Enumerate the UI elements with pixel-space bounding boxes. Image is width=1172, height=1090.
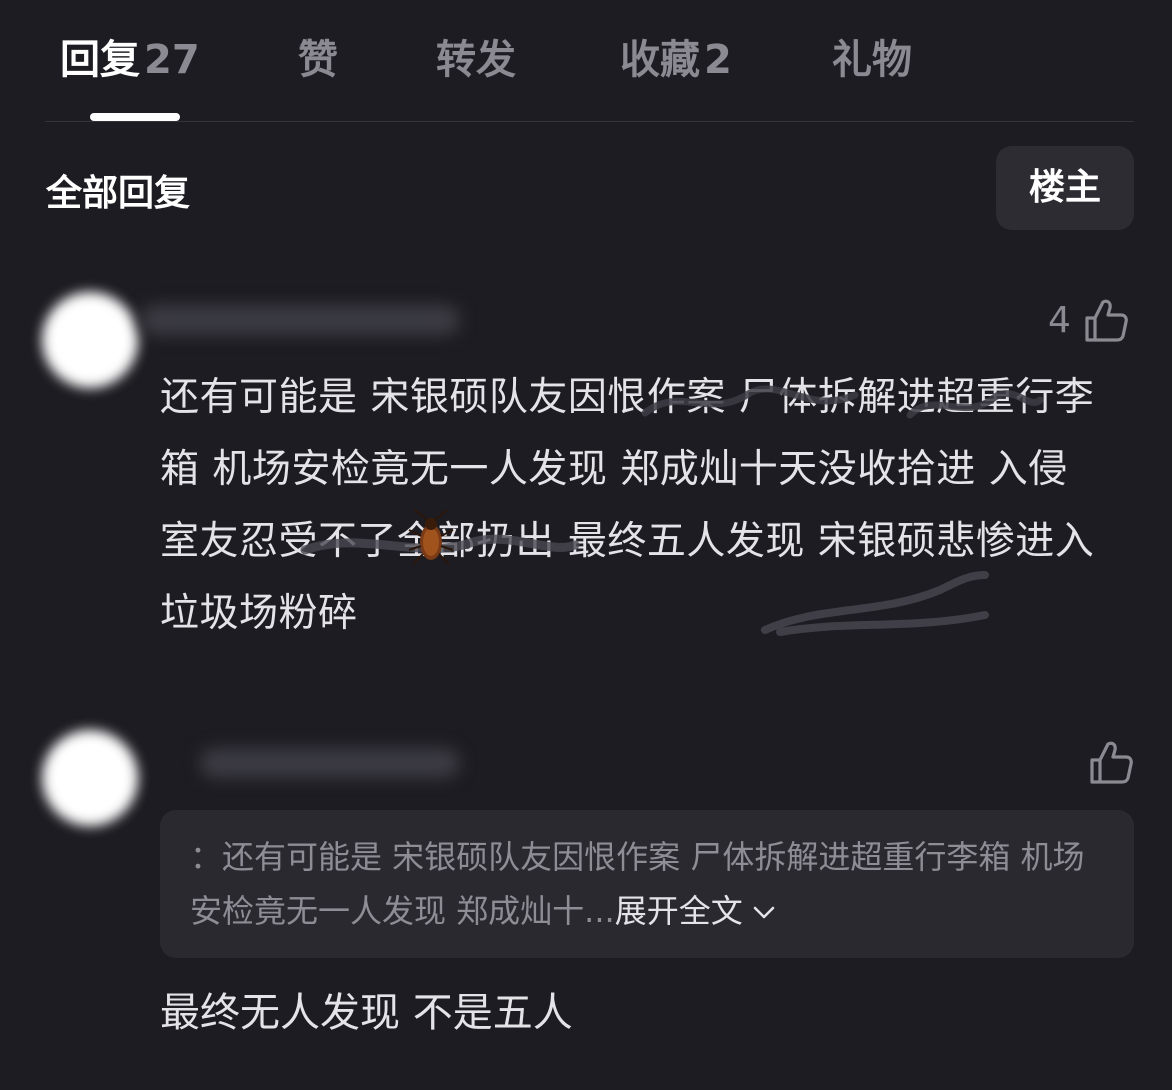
avatar[interactable] — [42, 292, 138, 388]
tab-replies-count: 27 — [144, 37, 200, 83]
tab-likes[interactable]: 赞 — [298, 30, 338, 90]
comments-page: 回复 27 赞 转发 收藏 2 礼物 全部回复 楼主 4 还有可能是 宋银硕队友因恨… — [0, 0, 1172, 1090]
username-redacted — [200, 748, 460, 778]
tab-reposts-label: 转发 — [436, 37, 516, 83]
tab-replies[interactable]: 回复 27 — [60, 30, 200, 90]
like-count: 4 — [1048, 299, 1071, 341]
tabs-divider — [45, 121, 1134, 122]
all-replies-title: 全部回复 — [46, 173, 191, 214]
thumbs-up-icon — [1090, 741, 1133, 784]
expand-label: 展开全文 — [614, 892, 743, 930]
tab-bar: 回复 27 赞 转发 收藏 2 礼物 — [0, 0, 1172, 122]
reply-text: 最终无人发现 不是五人 — [160, 990, 573, 1036]
tab-favorites-count: 2 — [704, 37, 732, 83]
quoted-reply[interactable]: ：还有可能是 宋银硕队友因恨作案 尸体拆解进超重行李箱 机场安检竟无一人发现 郑… — [160, 810, 1134, 958]
active-tab-indicator — [90, 113, 180, 121]
comment-text: 还有可能是 宋银硕队友因恨作案 尸体拆解进超重行李箱 机场安检竟无一人发现 郑成… — [160, 375, 1095, 636]
tab-gifts[interactable]: 礼物 — [832, 30, 912, 90]
tab-replies-label: 回复 — [60, 37, 140, 83]
expand-full-text-link[interactable]: 展开全文 — [615, 892, 775, 930]
chevron-down-icon — [753, 906, 774, 919]
quoted-text: ：还有可能是 宋银硕队友因恨作案 尸体拆解进超重行李箱 机场安检竟无一人发现 郑… — [190, 830, 1110, 938]
thumbs-up-icon — [1085, 299, 1128, 342]
like-button[interactable] — [1088, 738, 1134, 786]
username-redacted — [140, 305, 460, 335]
tab-favorites-label: 收藏 — [620, 37, 700, 83]
tab-favorites[interactable]: 收藏 2 — [620, 30, 732, 90]
cockroach-icon — [408, 509, 454, 565]
tab-likes-label: 赞 — [298, 37, 338, 83]
avatar[interactable] — [42, 730, 138, 826]
op-only-button[interactable]: 楼主 — [996, 146, 1134, 230]
tab-gifts-label: 礼物 — [832, 37, 912, 83]
tab-reposts[interactable]: 转发 — [436, 30, 516, 90]
like-button[interactable]: 4 — [1048, 296, 1129, 344]
